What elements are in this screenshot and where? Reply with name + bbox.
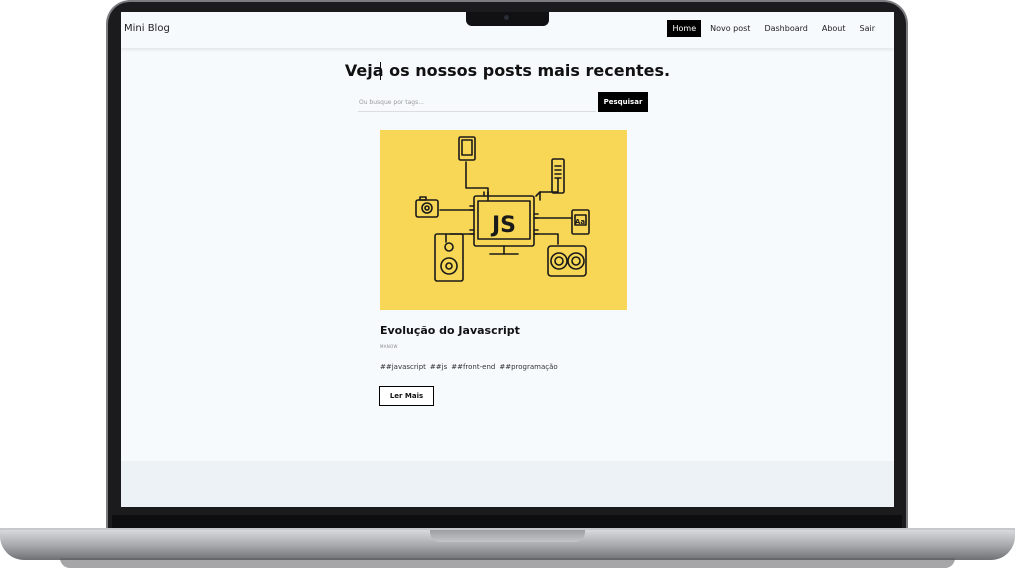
laptop-opening-groove <box>430 530 585 542</box>
post-image: JS Aa <box>380 130 627 310</box>
nav-menu: Home Novo post Dashboard About Sair <box>663 20 880 37</box>
search-button[interactable]: Pesquisar <box>598 92 648 112</box>
tag-programacao[interactable]: ##programação <box>499 363 557 371</box>
camera-notch <box>466 12 549 26</box>
tag-javascript[interactable]: ##javascript <box>380 363 426 371</box>
nav-item-home[interactable]: Home <box>667 20 702 37</box>
search-input[interactable] <box>358 93 596 112</box>
brand-logo[interactable]: Mini Blog <box>124 23 170 34</box>
nav-item-about[interactable]: About <box>817 20 851 37</box>
page-title: Veja os nossos posts mais recentes. <box>344 61 671 80</box>
post-author: MANOW <box>380 344 398 349</box>
javascript-devices-illustration: JS Aa <box>415 136 590 282</box>
nav-item-dashboard[interactable]: Dashboard <box>759 20 812 37</box>
post-tags: ##javascript ##js ##front-end ##programa… <box>380 363 558 371</box>
svg-text:Aa: Aa <box>575 218 585 226</box>
nav-item-sair[interactable]: Sair <box>855 20 881 37</box>
nav-item-novo-post[interactable]: Novo post <box>705 20 755 37</box>
post-title[interactable]: Evolução do Javascript <box>380 324 520 337</box>
tag-js[interactable]: ##js <box>430 363 447 371</box>
laptop-base-shadow <box>60 558 955 568</box>
browser-screen: Mini Blog Home Novo post Dashboard About… <box>121 12 894 507</box>
tag-front-end[interactable]: ##front-end <box>451 363 495 371</box>
camera-icon <box>504 15 509 20</box>
text-cursor <box>380 62 381 80</box>
js-logo-text: JS <box>490 213 516 238</box>
footer <box>121 461 894 507</box>
read-more-button[interactable]: Ler Mais <box>379 386 434 406</box>
